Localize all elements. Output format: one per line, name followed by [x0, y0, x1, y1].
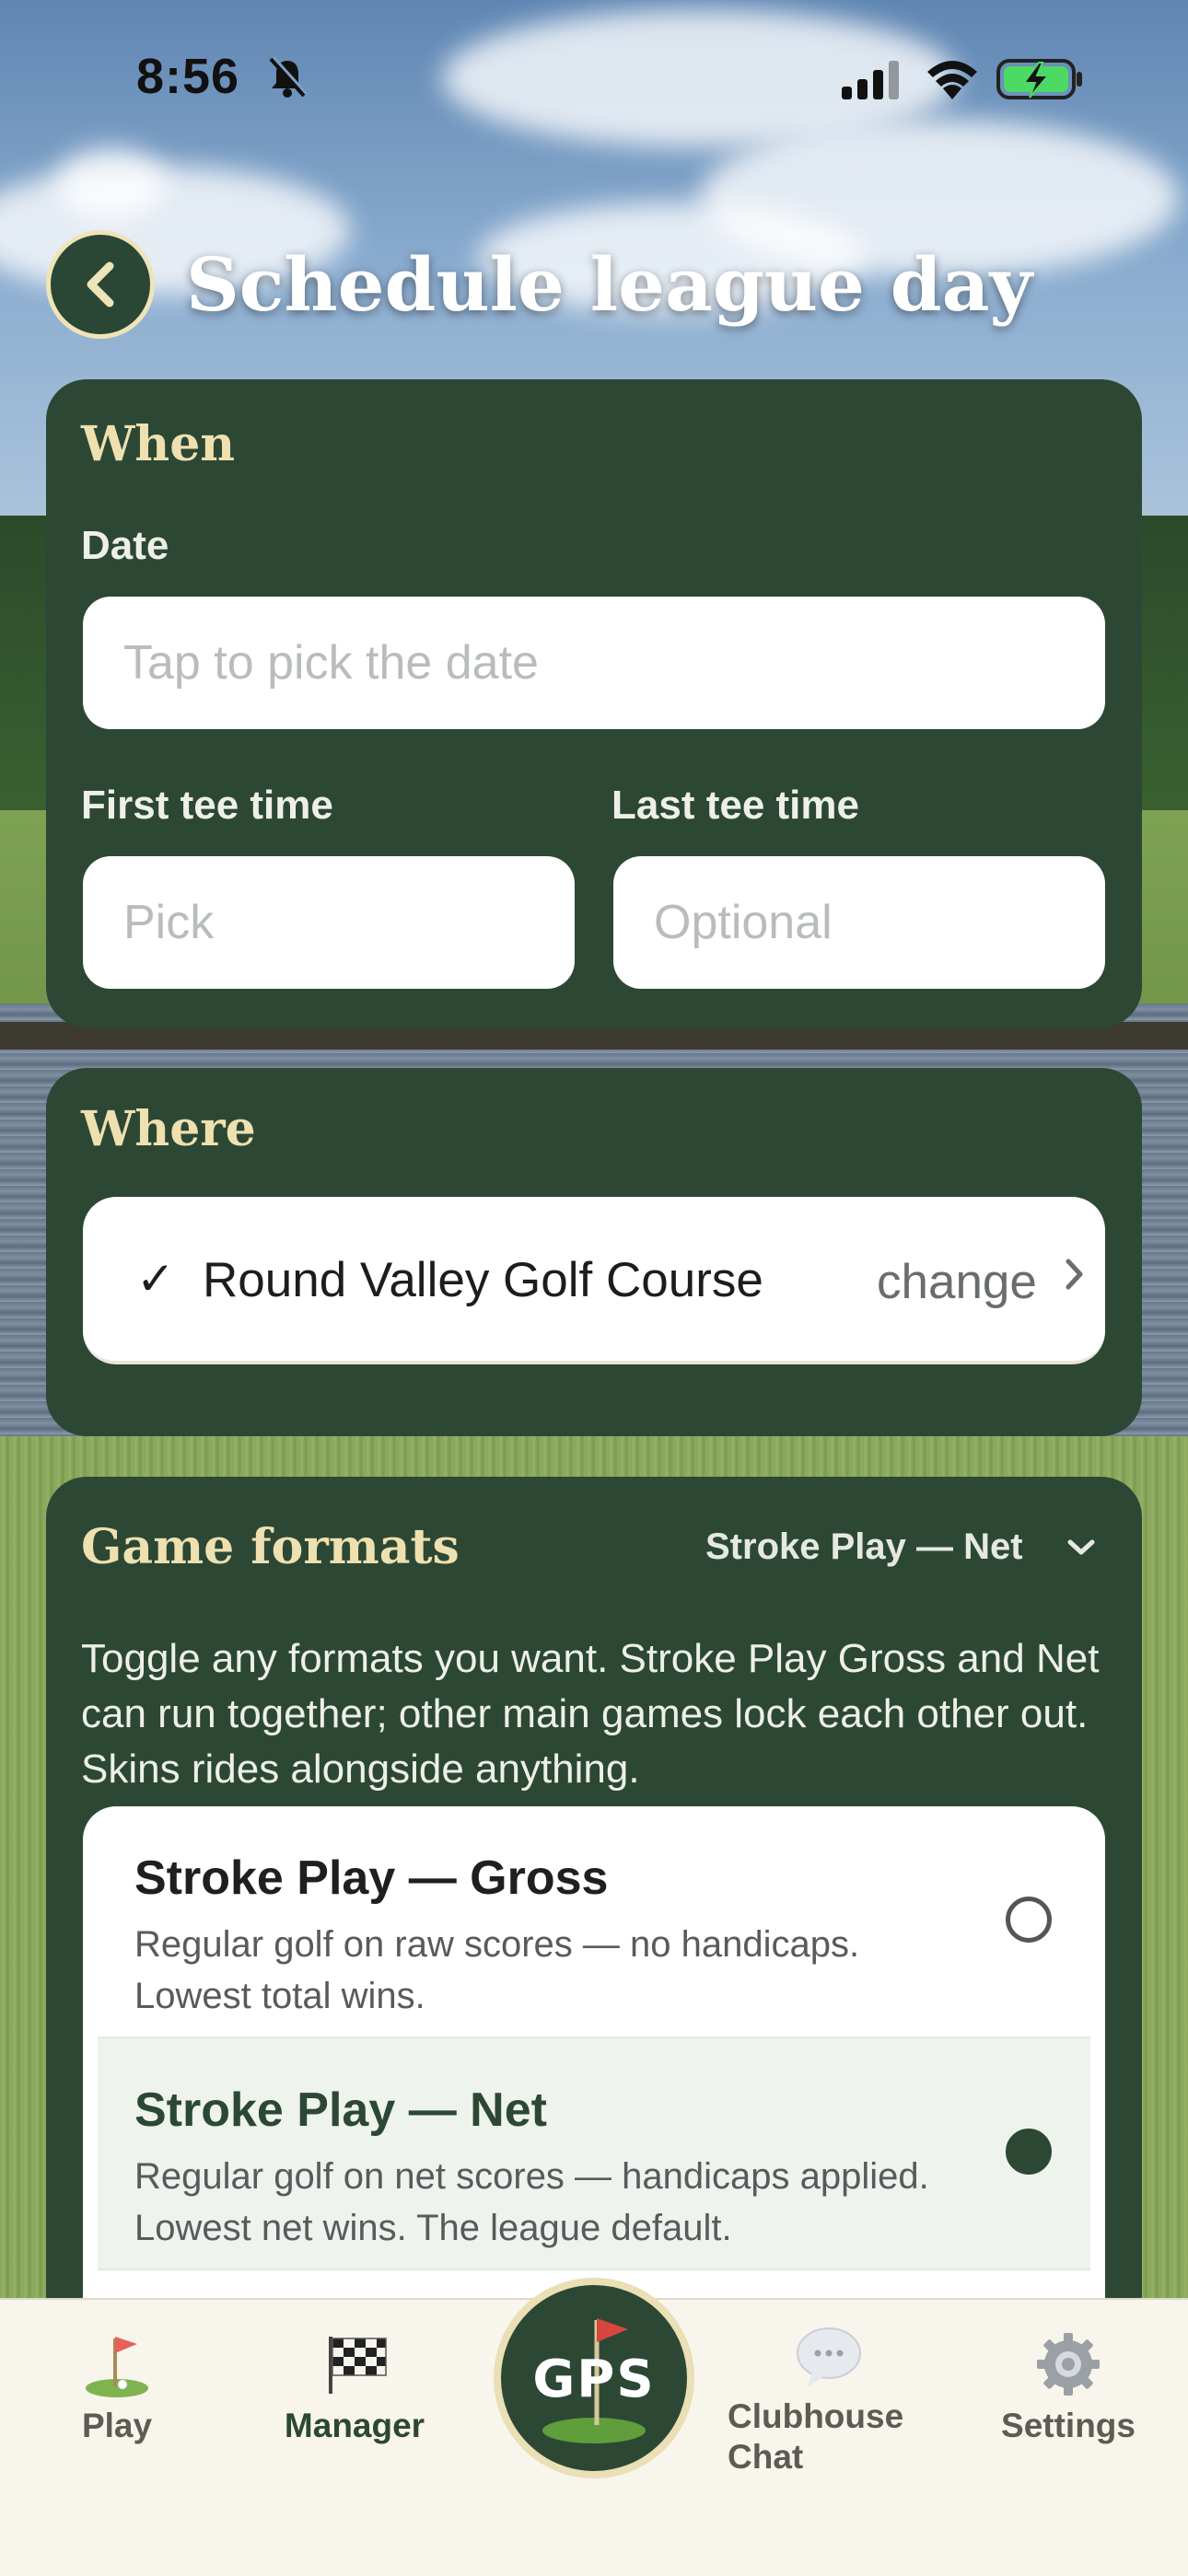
tab-manager-label: Manager [284, 2407, 425, 2444]
format-dropdown[interactable]: Stroke Play — Net [705, 1526, 1023, 1568]
chevron-left-icon [87, 261, 114, 307]
checkered-flag-icon [329, 2337, 387, 2394]
tab-play-label: Play [81, 2407, 153, 2444]
first-tee-label: First tee time [81, 783, 333, 828]
radio-unselected[interactable] [1006, 1897, 1052, 1943]
gps-button[interactable]: GPS [494, 2278, 694, 2478]
tab-clubhouse-chat[interactable]: Clubhouse Chat [728, 2324, 930, 2477]
when-title: When [81, 416, 236, 472]
option-title: Stroke Play — Net [134, 2083, 547, 2137]
option-description: Regular golf on raw scores — no handicap… [134, 1924, 860, 2016]
change-course-link[interactable]: change [877, 1254, 1037, 1310]
game-formats-card: Game formats Stroke Play — Net Toggle an… [46, 1477, 1142, 2397]
back-button[interactable] [46, 230, 155, 339]
first-tee-field[interactable]: Pick [83, 856, 575, 989]
option-description: Regular golf on net scores — handicaps a… [134, 2156, 929, 2248]
tab-clubhouse-label-line2: Chat [728, 2438, 804, 2476]
last-tee-label: Last tee time [611, 783, 859, 828]
gear-icon [1037, 2333, 1100, 2396]
gps-label: GPS [532, 2350, 656, 2409]
speech-bubble-icon [797, 2327, 861, 2388]
last-tee-placeholder: Optional [654, 896, 833, 949]
format-option-stroke-gross[interactable]: Stroke Play — Gross Regular golf on raw … [83, 1806, 1105, 2036]
format-option-stroke-net[interactable]: Stroke Play — Net Regular golf on net sc… [98, 2038, 1090, 2269]
page-title: Schedule league day [186, 241, 1033, 328]
status-bar: 8:56 [0, 0, 1188, 157]
tab-clubhouse-label-line1: Clubhouse [728, 2397, 904, 2435]
date-field[interactable]: Tap to pick the date [83, 597, 1105, 729]
status-time: 8:56 [136, 49, 240, 104]
divider [98, 2269, 1090, 2270]
tab-settings-label: Settings [1001, 2407, 1136, 2444]
chevron-down-icon[interactable] [1066, 1537, 1096, 1558]
game-formats-title: Game formats [81, 1519, 460, 1575]
formats-description: Toggle any formats you want. Stroke Play… [81, 1636, 1100, 1792]
course-selector[interactable]: ✓ Round Valley Golf Course change [83, 1197, 1105, 1364]
where-title: Where [81, 1101, 256, 1157]
tab-manager[interactable]: Manager [267, 2327, 442, 2446]
check-icon: ✓ [136, 1253, 175, 1305]
golf-flag-icon [86, 2337, 148, 2397]
first-tee-placeholder: Pick [123, 896, 215, 949]
bell-muted-icon [269, 55, 308, 98]
where-card: Where ✓ Round Valley Golf Course change [46, 1068, 1142, 1436]
option-title: Stroke Play — Gross [134, 1851, 609, 1905]
date-placeholder: Tap to pick the date [123, 636, 539, 690]
when-card: When Date Tap to pick the date First tee… [46, 379, 1142, 1027]
chevron-right-icon [1066, 1259, 1083, 1290]
tab-settings[interactable]: Settings [985, 2327, 1151, 2446]
date-label: Date [81, 523, 169, 568]
radio-selected[interactable] [1006, 2129, 1052, 2175]
last-tee-field[interactable]: Optional [613, 856, 1105, 989]
tab-play[interactable]: Play [57, 2327, 177, 2446]
battery-charging-icon [996, 59, 1082, 99]
wifi-icon [927, 61, 977, 99]
signal-icon [842, 61, 899, 99]
course-name: Round Valley Golf Course [203, 1253, 763, 1307]
